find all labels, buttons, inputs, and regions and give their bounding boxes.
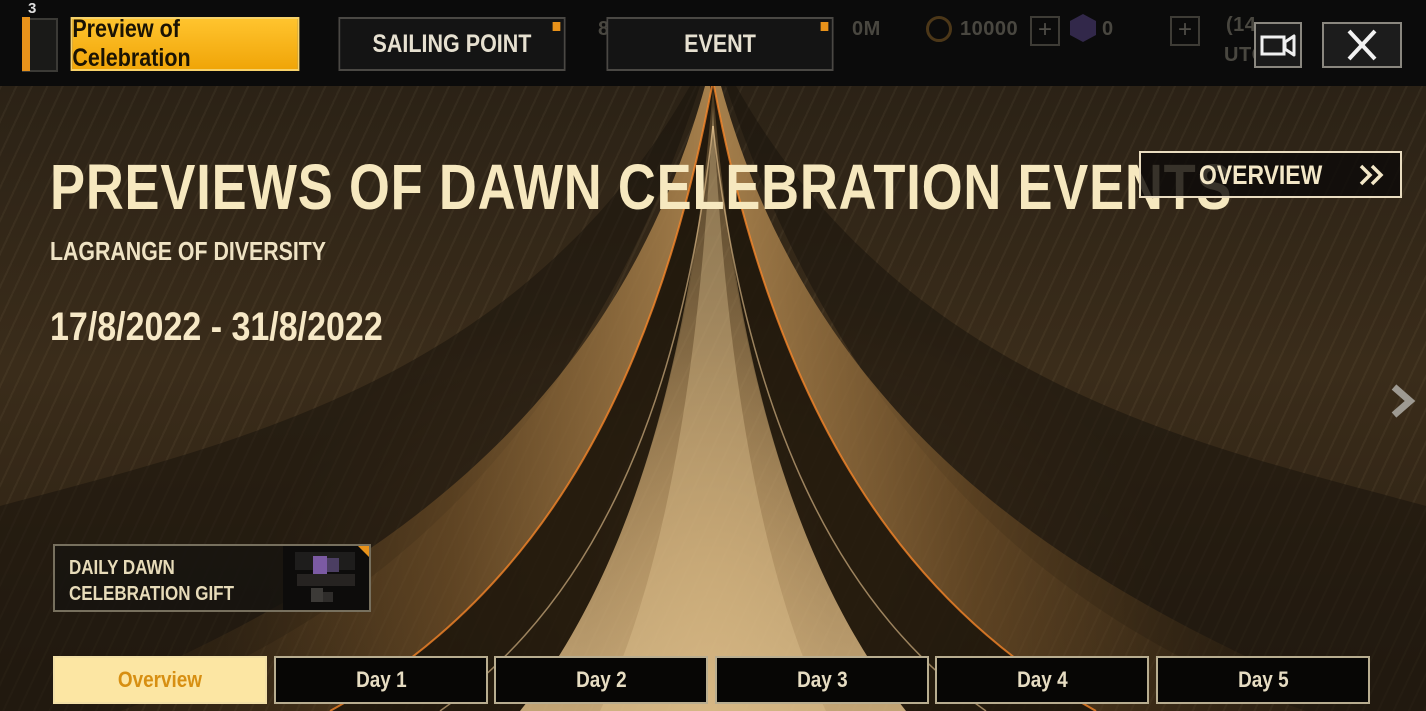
currency-amount: 10000	[960, 18, 1019, 40]
top-bar: 57K 1480 870 0M 10000 + 0 + (14 UTC 3 Pr…	[0, 0, 1426, 87]
coordinates: (14	[1226, 14, 1257, 36]
notification-dot	[552, 22, 561, 31]
gift-notify-marker	[358, 546, 369, 557]
tab-label: Day 1	[355, 667, 407, 692]
hud-value: 0M	[852, 18, 881, 40]
record-video-button[interactable]	[1254, 22, 1302, 68]
premium-currency-icon	[1070, 14, 1096, 42]
event-banner: PREVIEWS OF DAWN CELEBRATION EVENTS LAGR…	[0, 86, 1426, 711]
tab-event[interactable]: EVENT	[606, 17, 834, 71]
notification-dot	[820, 22, 829, 31]
tab-day-5[interactable]: Day 5	[1156, 656, 1370, 704]
event-date-range: 17/8/2022 - 31/8/2022	[50, 305, 383, 349]
currency-icon	[926, 16, 952, 42]
daily-gift-label: DAILY DAWN CELEBRATION GIFT	[69, 557, 234, 605]
tab-label: Day 4	[1016, 667, 1068, 692]
camera-icon	[1260, 34, 1296, 57]
tab-label: Day 3	[796, 667, 848, 692]
currency-amount: 0	[1102, 18, 1114, 40]
overview-button-label: OVERVIEW	[1199, 160, 1323, 190]
event-subtitle: LAGRANGE OF DIVERSITY	[50, 236, 326, 266]
add-currency-button[interactable]: +	[1030, 16, 1060, 46]
daily-gift-card[interactable]: DAILY DAWN CELEBRATION GIFT	[53, 544, 371, 612]
overview-button[interactable]: OVERVIEW	[1139, 151, 1402, 198]
gift-box-icon	[283, 546, 369, 610]
tab-label: Preview of Celebration	[72, 15, 191, 72]
tab-preview-of-celebration[interactable]: Preview of Celebration	[70, 15, 300, 72]
player-level: 3	[28, 0, 37, 17]
page-title: PREVIEWS OF DAWN CELEBRATION EVENTS	[50, 151, 1233, 223]
tab-day-3[interactable]: Day 3	[715, 656, 929, 704]
add-currency-button[interactable]: +	[1170, 16, 1200, 46]
close-button[interactable]	[1322, 22, 1402, 68]
tab-label: EVENT	[684, 29, 756, 58]
tab-day-4[interactable]: Day 4	[935, 656, 1149, 704]
tab-label: Overview	[117, 667, 203, 692]
close-icon	[1347, 29, 1377, 61]
tab-overview[interactable]: Overview	[53, 656, 267, 704]
tab-sailing-point[interactable]: SAILING POINT	[338, 17, 566, 71]
tab-label: Day 5	[1237, 667, 1289, 692]
next-page-arrow[interactable]	[1386, 384, 1420, 418]
tab-label: SAILING POINT	[372, 29, 532, 58]
tab-day-2[interactable]: Day 2	[494, 656, 708, 704]
active-tab-marker	[22, 17, 30, 71]
double-chevron-right-icon	[1359, 164, 1384, 186]
tab-day-1[interactable]: Day 1	[274, 656, 488, 704]
tab-label: Day 2	[575, 667, 627, 692]
